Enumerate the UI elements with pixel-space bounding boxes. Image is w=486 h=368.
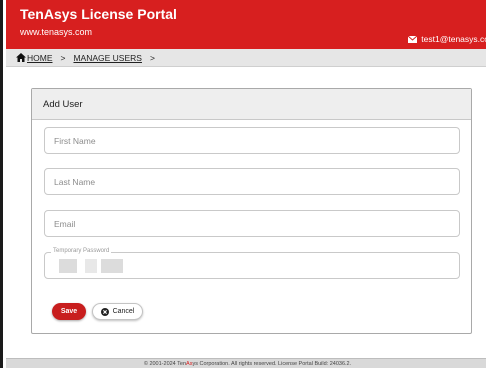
cancel-label: Cancel (112, 308, 135, 315)
redacted-password-block (59, 259, 77, 273)
portal-title: TenAsys License Portal (20, 6, 177, 22)
cancel-button[interactable]: Cancel (92, 303, 143, 320)
temporary-password-field[interactable]: Temporary Password (44, 248, 460, 279)
breadcrumb-home[interactable]: HOME (27, 53, 53, 63)
last-name-field[interactable] (44, 168, 460, 195)
footer-text-start: © 2001-2024 Ten (143, 360, 187, 367)
first-name-input[interactable] (45, 128, 459, 153)
mail-icon (408, 35, 418, 43)
app-window: TenAsys License Portal www.tenasys.com t… (0, 0, 486, 368)
breadcrumb-separator: > (60, 52, 66, 63)
save-button[interactable]: Save (52, 303, 86, 320)
header-bar: TenAsys License Portal www.tenasys.com t… (6, 0, 486, 49)
last-name-input[interactable] (45, 169, 459, 194)
redacted-password-block (101, 259, 123, 273)
breadcrumb-manage-users[interactable]: MANAGE USERS (73, 53, 142, 63)
user-email: test1@tenasys.co (421, 34, 486, 44)
site-url[interactable]: www.tenasys.com (20, 27, 92, 37)
email-input[interactable] (45, 211, 459, 236)
card-title: Add User (32, 89, 471, 120)
footer-text-end: ys Corporation. All rights reserved. Lic… (192, 360, 352, 367)
temporary-password-label: Temporary Password (51, 248, 112, 254)
first-name-field[interactable] (44, 127, 460, 154)
user-menu[interactable]: test1@tenasys.co (408, 32, 486, 46)
footer: © 2001-2024 Ten As ys Corporation. All rig… (6, 358, 486, 368)
email-field[interactable] (44, 210, 460, 237)
add-user-card: Add User Temporary Password Save Cancel (31, 88, 472, 334)
home-icon[interactable] (16, 53, 26, 62)
close-circle-icon (100, 307, 109, 316)
redacted-password-block (85, 259, 97, 273)
breadcrumb: HOME > MANAGE USERS > (6, 49, 486, 67)
breadcrumb-separator: > (149, 52, 155, 63)
